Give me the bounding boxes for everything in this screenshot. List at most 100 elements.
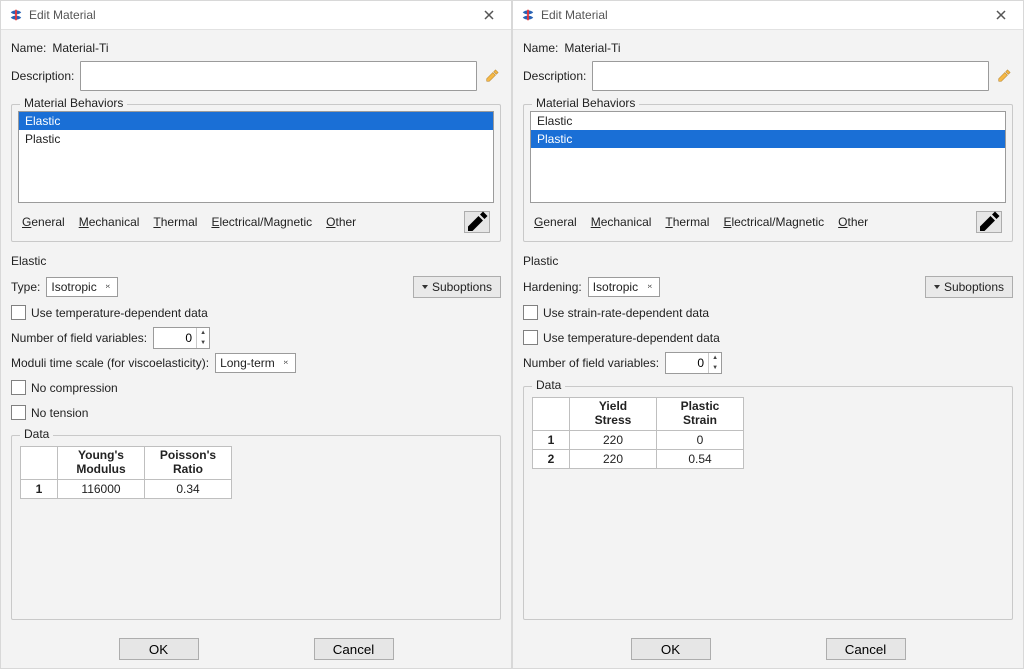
- menu-general[interactable]: General: [22, 215, 65, 229]
- combo-hardening[interactable]: Isotropic: [588, 277, 660, 297]
- menu-electricalmagnetic[interactable]: Electrical/Magnetic: [723, 215, 824, 229]
- suboptions-button[interactable]: Suboptions: [925, 276, 1013, 298]
- field-label: Number of field variables:: [523, 356, 659, 370]
- app-icon: [9, 8, 23, 22]
- edit-material-dialog: Edit MaterialName:Material-TiDescription…: [0, 0, 512, 669]
- behaviors-list[interactable]: ElasticPlastic: [530, 111, 1006, 203]
- checkbox-label: Use temperature-dependent data: [543, 331, 720, 345]
- data-legend: Data: [532, 378, 565, 392]
- button-bar: OK Cancel: [1, 630, 511, 668]
- titlebar: Edit Material: [1, 1, 511, 30]
- behavior-menu: General Mechanical Thermal Electrical/Magne…: [18, 209, 494, 235]
- edit-behavior-icon[interactable]: [464, 211, 490, 233]
- checkbox-label: No tension: [31, 406, 88, 420]
- combo-type[interactable]: Isotropic: [46, 277, 118, 297]
- description-input[interactable]: [80, 61, 477, 91]
- row-number: 1: [21, 479, 58, 498]
- table-row[interactable]: 12200: [533, 430, 744, 449]
- behavior-menu: General Mechanical Thermal Electrical/Magne…: [530, 209, 1006, 235]
- suboptions-button[interactable]: Suboptions: [413, 276, 501, 298]
- description-label: Description:: [523, 69, 586, 83]
- field-label: Number of field variables:: [11, 331, 147, 345]
- spinbox-input[interactable]: [154, 328, 196, 348]
- cell[interactable]: 220: [570, 449, 657, 468]
- edit-material-dialog: Edit Material Name: Material-Ti Description…: [512, 0, 1024, 669]
- checkbox-box[interactable]: [523, 330, 538, 345]
- material-behaviors-legend: Material Behaviors: [532, 96, 639, 110]
- menu-thermal[interactable]: Thermal: [665, 215, 709, 229]
- material-name: Material-Ti: [52, 41, 108, 55]
- triangle-down-icon: [422, 285, 428, 289]
- spin-up-icon[interactable]: ▲: [197, 328, 209, 338]
- description-input[interactable]: [592, 61, 989, 91]
- row-number: 2: [533, 449, 570, 468]
- behavior-item[interactable]: Elastic: [19, 112, 493, 130]
- cancel-button[interactable]: Cancel: [314, 638, 394, 660]
- checkbox-box[interactable]: [523, 305, 538, 320]
- edit-behavior-icon[interactable]: [976, 211, 1002, 233]
- cancel-button[interactable]: Cancel: [826, 638, 906, 660]
- spinbox[interactable]: ▲▼: [665, 352, 722, 374]
- behaviors-list[interactable]: ElasticPlastic: [18, 111, 494, 203]
- table-row[interactable]: 11160000.34: [21, 479, 232, 498]
- section-controls: Hardening: Isotropic Suboptions Use strain-…: [523, 272, 1013, 378]
- cell[interactable]: 116000: [58, 479, 145, 498]
- menu-general[interactable]: General: [534, 215, 577, 229]
- checkbox-box[interactable]: [11, 305, 26, 320]
- table-row[interactable]: 22200.54: [533, 449, 744, 468]
- menu-other[interactable]: Other: [326, 215, 356, 229]
- cell[interactable]: 0.54: [657, 449, 744, 468]
- spin-down-icon[interactable]: ▼: [709, 363, 721, 373]
- data-table[interactable]: Young'sModulusPoisson'sRatio11160000.34: [20, 446, 232, 499]
- material-name: Material-Ti: [564, 41, 620, 55]
- data-group: DataYoung'sModulusPoisson'sRatio11160000…: [11, 435, 501, 620]
- cell[interactable]: 0.34: [145, 479, 232, 498]
- spinbox-input[interactable]: [666, 353, 708, 373]
- spin-down-icon[interactable]: ▼: [197, 338, 209, 348]
- column-header: Young'sModulus: [58, 447, 145, 480]
- close-icon[interactable]: [987, 5, 1015, 25]
- ok-button[interactable]: OK: [119, 638, 199, 660]
- checkbox[interactable]: Use temperature-dependent data: [523, 330, 720, 345]
- checkbox[interactable]: Use temperature-dependent data: [11, 305, 208, 320]
- checkbox-box[interactable]: [11, 380, 26, 395]
- section-heading: Elastic: [11, 254, 501, 268]
- combo-modulitimescaleforviscoelasticity[interactable]: Long-term: [215, 353, 296, 373]
- titlebar: Edit Material: [513, 1, 1023, 30]
- menu-mechanical[interactable]: Mechanical: [79, 215, 140, 229]
- menu-thermal[interactable]: Thermal: [153, 215, 197, 229]
- name-label: Name:: [523, 41, 558, 55]
- field-label: Hardening:: [523, 280, 582, 294]
- window-title: Edit Material: [29, 8, 475, 22]
- field-label: Moduli time scale (for viscoelasticity):: [11, 356, 209, 370]
- checkbox-box[interactable]: [11, 405, 26, 420]
- menu-other[interactable]: Other: [838, 215, 868, 229]
- edit-description-icon[interactable]: [995, 67, 1013, 85]
- menu-electricalmagnetic[interactable]: Electrical/Magnetic: [211, 215, 312, 229]
- menu-mechanical[interactable]: Mechanical: [591, 215, 652, 229]
- edit-description-icon[interactable]: [483, 67, 501, 85]
- column-header: Poisson'sRatio: [145, 447, 232, 480]
- section-controls: Type:IsotropicSuboptionsUse temperature-…: [11, 272, 501, 427]
- column-header: YieldStress: [570, 398, 657, 431]
- data-table[interactable]: YieldStressPlasticStrain1220022200.54: [532, 397, 744, 469]
- column-header: PlasticStrain: [657, 398, 744, 431]
- close-icon[interactable]: [475, 5, 503, 25]
- spinbox[interactable]: ▲▼: [153, 327, 210, 349]
- behavior-item[interactable]: Plastic: [531, 130, 1005, 148]
- behavior-item[interactable]: Plastic: [19, 130, 493, 148]
- window-title: Edit Material: [541, 8, 987, 22]
- cell[interactable]: 0: [657, 430, 744, 449]
- checkbox[interactable]: No tension: [11, 405, 88, 420]
- triangle-down-icon: [934, 285, 940, 289]
- checkbox[interactable]: No compression: [11, 380, 118, 395]
- cell[interactable]: 220: [570, 430, 657, 449]
- dialog-body: Name: Material-Ti Description: Material Beh…: [513, 30, 1023, 630]
- behavior-item[interactable]: Elastic: [531, 112, 1005, 130]
- button-bar: OK Cancel: [513, 630, 1023, 668]
- spin-up-icon[interactable]: ▲: [709, 353, 721, 363]
- ok-button[interactable]: OK: [631, 638, 711, 660]
- checkbox[interactable]: Use strain-rate-dependent data: [523, 305, 709, 320]
- material-behaviors-group: Material BehaviorsElasticPlasticGeneralM…: [523, 104, 1013, 242]
- data-group: DataYieldStressPlasticStrain1220022200.5…: [523, 386, 1013, 620]
